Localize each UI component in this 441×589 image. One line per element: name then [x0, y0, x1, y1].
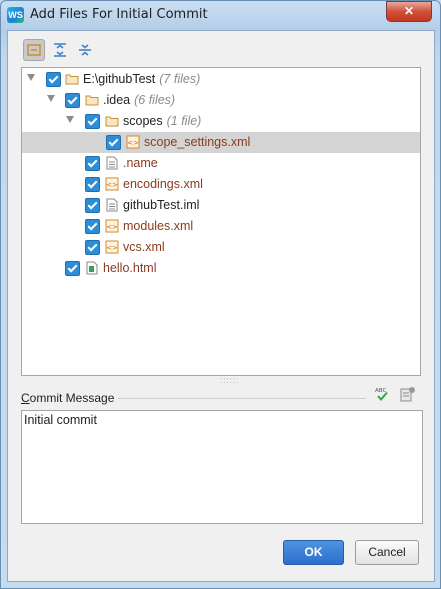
tree-row-vcs[interactable]: <> vcs.xml — [22, 237, 420, 258]
tree-row-label: .idea — [103, 93, 131, 107]
expand-arrow-icon[interactable] — [66, 116, 74, 123]
tree-row-scope-settings[interactable]: <> scope_settings.xml — [22, 132, 420, 153]
changes-tree[interactable]: E:\githubTest (7 files) .idea (6 files) sc… — [21, 67, 421, 376]
group-by-directory-icon — [27, 44, 41, 56]
separator-line — [118, 398, 366, 399]
commit-message-mnemonic: C — [21, 391, 30, 405]
tree-row-label: modules.xml — [123, 219, 194, 233]
xml-file-icon: <> — [105, 240, 119, 254]
text-file-icon — [106, 156, 118, 170]
tree-row-label: encodings.xml — [123, 177, 203, 191]
svg-text:ABC: ABC — [375, 388, 386, 394]
svg-text:<>: <> — [106, 244, 118, 252]
spellcheck-icon[interactable]: ABC — [374, 386, 390, 402]
tree-row-label: hello.html — [103, 261, 157, 275]
html-file-icon — [86, 261, 98, 275]
file-count: (7 files) — [159, 72, 201, 86]
tree-row-label: githubTest.iml — [123, 198, 200, 212]
include-checkbox[interactable] — [65, 261, 80, 276]
svg-text:<>: <> — [127, 139, 139, 147]
xml-file-icon: <> — [126, 135, 140, 149]
include-checkbox[interactable] — [85, 198, 100, 213]
splitter-handle[interactable]: :::::: — [220, 376, 239, 385]
close-button[interactable]: ✕ — [386, 1, 432, 22]
svg-text:<>: <> — [106, 223, 118, 231]
group-by-directory-button[interactable] — [23, 39, 45, 61]
include-checkbox[interactable] — [85, 114, 100, 129]
tree-row-root[interactable]: E:\githubTest (7 files) — [22, 69, 420, 90]
folder-icon — [65, 74, 79, 85]
file-count: (1 file) — [166, 114, 202, 128]
expand-arrow-icon[interactable] — [47, 95, 55, 102]
tree-row-hello-html[interactable]: hello.html — [22, 258, 420, 279]
collapse-all-button[interactable] — [74, 39, 96, 61]
tree-row-label: scopes — [123, 114, 163, 128]
folder-icon — [85, 95, 99, 106]
include-checkbox[interactable] — [85, 177, 100, 192]
cancel-button[interactable]: Cancel — [355, 540, 419, 565]
file-count: (6 files) — [134, 93, 176, 107]
commit-message-input[interactable]: Initial commit — [21, 410, 423, 524]
ok-button[interactable]: OK — [283, 540, 344, 565]
tree-row-idea[interactable]: .idea (6 files) — [22, 90, 420, 111]
commit-message-label: Commit Message — [21, 391, 114, 405]
folder-icon — [105, 116, 119, 127]
svg-text:<>: <> — [106, 181, 118, 189]
webstorm-app-icon: WS — [7, 7, 24, 23]
xml-file-icon: <> — [105, 219, 119, 233]
include-checkbox[interactable] — [106, 135, 121, 150]
text-file-icon — [106, 198, 118, 212]
tree-row-scopes[interactable]: scopes (1 file) — [22, 111, 420, 132]
include-checkbox[interactable] — [65, 93, 80, 108]
include-checkbox[interactable] — [85, 219, 100, 234]
include-checkbox[interactable] — [46, 72, 61, 87]
expand-arrow-icon[interactable] — [27, 74, 35, 81]
expand-all-icon — [54, 43, 66, 57]
tree-row-githubtest-iml[interactable]: githubTest.iml — [22, 195, 420, 216]
window-title: Add Files For Initial Commit — [30, 7, 208, 22]
commit-message-history-icon[interactable] — [400, 386, 416, 402]
tree-row-name[interactable]: .name — [22, 153, 420, 174]
include-checkbox[interactable] — [85, 240, 100, 255]
tree-row-label: vcs.xml — [123, 240, 165, 254]
tree-row-encodings[interactable]: <> encodings.xml — [22, 174, 420, 195]
commit-message-label-rest: ommit Message — [29, 391, 115, 405]
xml-file-icon: <> — [105, 177, 119, 191]
tree-row-label: E:\githubTest — [83, 72, 156, 86]
title-bar[interactable]: WS Add Files For Initial Commit ✕ — [0, 0, 441, 30]
collapse-all-icon — [79, 44, 91, 56]
tree-row-label: .name — [123, 156, 158, 170]
tree-row-modules[interactable]: <> modules.xml — [22, 216, 420, 237]
expand-all-button[interactable] — [49, 39, 71, 61]
tree-row-label: scope_settings.xml — [144, 135, 251, 149]
include-checkbox[interactable] — [85, 156, 100, 171]
dialog-body: E:\githubTest (7 files) .idea (6 files) sc… — [7, 30, 435, 582]
